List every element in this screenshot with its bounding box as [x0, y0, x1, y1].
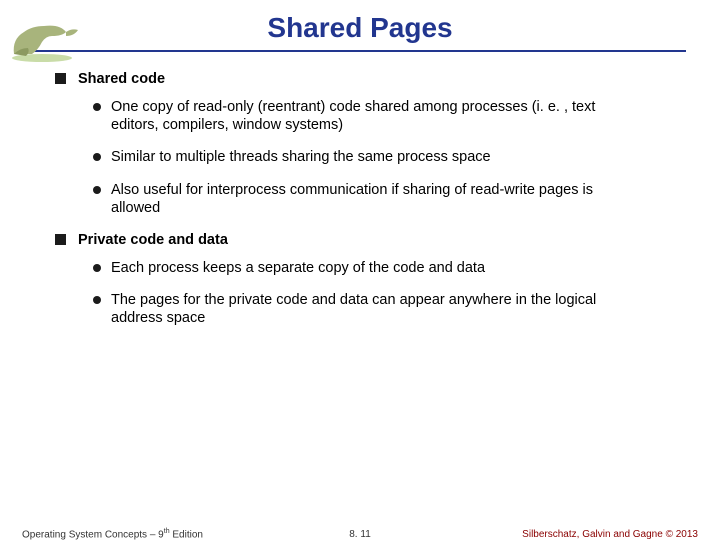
slide-title: Shared Pages — [0, 12, 720, 44]
dot-bullet-icon — [93, 296, 101, 304]
section-heading-text: Private code and data — [78, 231, 228, 249]
bullet-item: One copy of read-only (reentrant) code s… — [93, 98, 613, 134]
square-bullet-icon — [55, 234, 66, 245]
footer-right: Silberschatz, Galvin and Gagne © 2013 — [522, 529, 698, 540]
bullet-text: Also useful for interprocess communicati… — [111, 181, 613, 217]
title-rule — [34, 50, 686, 52]
bullet-item: Also useful for interprocess communicati… — [93, 181, 613, 217]
slide-body: Shared code One copy of read-only (reent… — [55, 70, 665, 327]
dinosaur-logo-icon — [2, 14, 82, 64]
bullet-item: Similar to multiple threads sharing the … — [93, 148, 613, 166]
bullet-text: Similar to multiple threads sharing the … — [111, 148, 491, 166]
bullet-text: One copy of read-only (reentrant) code s… — [111, 98, 613, 134]
dot-bullet-icon — [93, 264, 101, 272]
dot-bullet-icon — [93, 186, 101, 194]
section-heading-text: Shared code — [78, 70, 165, 88]
bullet-item: Each process keeps a separate copy of th… — [93, 259, 613, 277]
dot-bullet-icon — [93, 153, 101, 161]
section-heading: Shared code — [55, 70, 665, 88]
square-bullet-icon — [55, 73, 66, 84]
dot-bullet-icon — [93, 103, 101, 111]
bullet-item: The pages for the private code and data … — [93, 291, 613, 327]
bullet-text: The pages for the private code and data … — [111, 291, 613, 327]
section-heading: Private code and data — [55, 231, 665, 249]
bullet-text: Each process keeps a separate copy of th… — [111, 259, 485, 277]
